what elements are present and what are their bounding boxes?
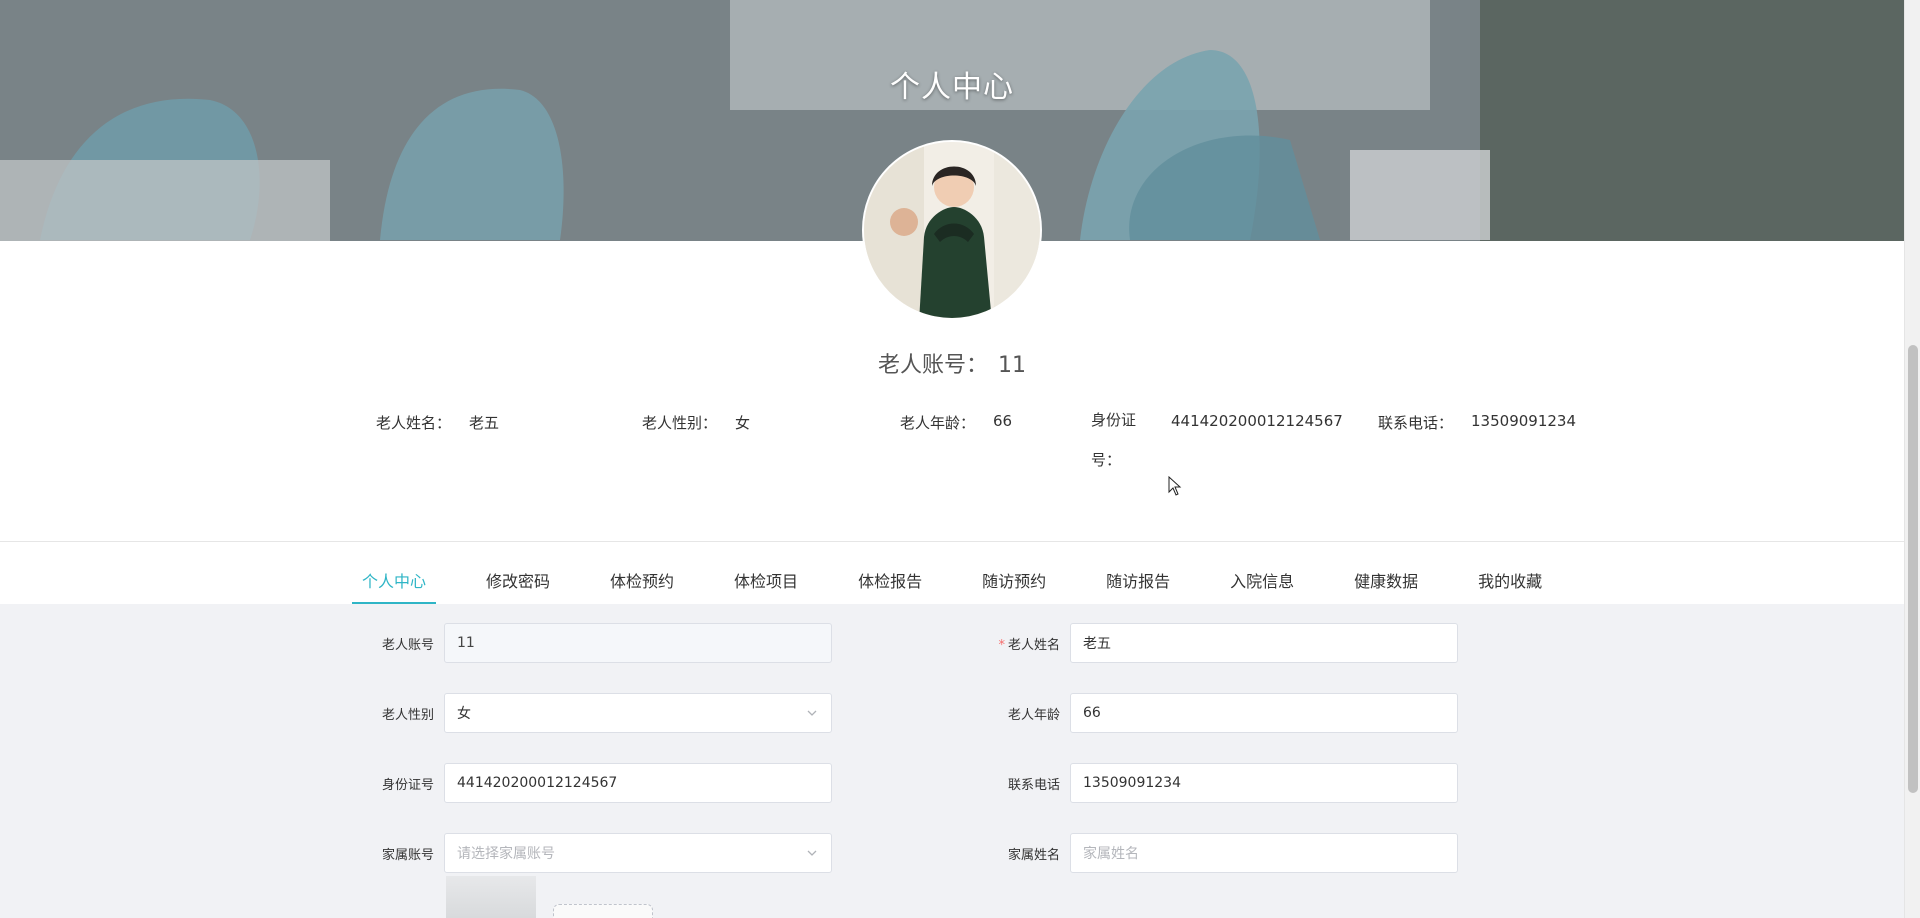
info-value: 66 bbox=[993, 412, 1013, 430]
account-input[interactable]: 11 bbox=[444, 623, 832, 663]
account-label: 老人账号： bbox=[877, 353, 988, 378]
profile-info-row: 老人姓名： 老五 老人性别： 女 老人年龄： 66 身份证号： 44142020… bbox=[0, 411, 1904, 482]
tab-exam-booking[interactable]: 体检预约 bbox=[600, 560, 684, 604]
avatar bbox=[862, 140, 1042, 320]
family-name-input[interactable]: 家属姓名 bbox=[1070, 833, 1458, 873]
info-label: 身份证号： bbox=[1091, 411, 1137, 469]
field-label: 老人年龄 bbox=[1007, 707, 1060, 723]
chevron-down-icon bbox=[807, 710, 817, 716]
field-id-card: 身份证号 441420200012124567 bbox=[366, 763, 832, 803]
info-label: 老人性别： bbox=[642, 414, 718, 432]
field-label: * 老人姓名 bbox=[998, 637, 1060, 653]
age-input[interactable]: 66 bbox=[1070, 693, 1458, 733]
info-label: 联系电话： bbox=[1378, 414, 1454, 432]
phone-input[interactable]: 13509091234 bbox=[1070, 763, 1458, 803]
avatar-image bbox=[864, 142, 1040, 318]
tab-health-data[interactable]: 健康数据 bbox=[1344, 560, 1428, 604]
field-label: 联系电话 bbox=[1007, 777, 1060, 793]
field-label: 家属姓名 bbox=[1007, 847, 1060, 863]
page-title: 个人中心 bbox=[890, 70, 1014, 105]
photo-thumbnail bbox=[446, 876, 536, 918]
info-value: 女 bbox=[735, 414, 751, 432]
field-family-account: 家属账号 请选择家属账号 bbox=[366, 833, 832, 873]
name-input[interactable]: 老五 bbox=[1070, 623, 1458, 663]
field-label: 身份证号 bbox=[381, 777, 434, 793]
family-account-select[interactable]: 请选择家属账号 bbox=[444, 833, 832, 873]
info-name: 老人姓名： 老五 bbox=[376, 412, 499, 433]
id-card-input[interactable]: 441420200012124567 bbox=[444, 763, 832, 803]
field-phone: 联系电话 13509091234 bbox=[992, 763, 1458, 803]
info-phone: 联系电话： 13509091234 bbox=[1378, 412, 1576, 433]
photo-upload-box[interactable] bbox=[553, 904, 653, 918]
page-scrollbar[interactable] bbox=[1904, 0, 1920, 918]
chevron-down-icon bbox=[807, 850, 817, 856]
required-mark: * bbox=[998, 637, 1005, 653]
tab-my-favorites[interactable]: 我的收藏 bbox=[1468, 560, 1552, 604]
field-label: 老人账号 bbox=[381, 637, 434, 653]
tab-personal-center[interactable]: 个人中心 bbox=[352, 560, 437, 604]
field-age: 老人年龄 66 bbox=[992, 693, 1458, 733]
field-family-name: 家属姓名 家属姓名 bbox=[992, 833, 1458, 873]
scrollbar-thumb[interactable] bbox=[1908, 345, 1918, 793]
field-gender: 老人性别 女 bbox=[366, 693, 832, 733]
tab-admission-info[interactable]: 入院信息 bbox=[1220, 560, 1304, 604]
gender-select[interactable]: 女 bbox=[444, 693, 832, 733]
tab-followup-booking[interactable]: 随访预约 bbox=[972, 560, 1056, 604]
field-label: 家属账号 bbox=[381, 847, 434, 863]
info-id-card: 身份证号： 441420200012124567 bbox=[1091, 411, 1343, 480]
info-gender: 老人性别： 女 bbox=[642, 412, 750, 433]
info-value: 老五 bbox=[469, 414, 500, 432]
field-account: 老人账号 11 bbox=[366, 623, 832, 663]
field-name: * 老人姓名 老五 bbox=[992, 623, 1458, 663]
profile-form bbox=[0, 604, 1904, 918]
info-label: 老人姓名： bbox=[376, 414, 452, 432]
account-value: 11 bbox=[998, 353, 1026, 378]
info-value: 13509091234 bbox=[1471, 412, 1576, 430]
info-value: 441420200012124567 bbox=[1171, 412, 1343, 430]
tab-exam-items[interactable]: 体检项目 bbox=[724, 560, 808, 604]
tab-exam-report[interactable]: 体检报告 bbox=[848, 560, 932, 604]
profile-tabs: 个人中心 修改密码 体检预约 体检项目 体检报告 随访预约 随访报告 入院信息 … bbox=[352, 560, 1592, 604]
mouse-cursor-icon bbox=[1168, 476, 1182, 496]
tab-change-password[interactable]: 修改密码 bbox=[476, 560, 560, 604]
tab-followup-report[interactable]: 随访报告 bbox=[1096, 560, 1180, 604]
info-label: 老人年龄： bbox=[900, 414, 976, 432]
divider bbox=[0, 541, 1904, 542]
field-label: 老人性别 bbox=[381, 707, 434, 723]
account-heading: 老人账号： 11 bbox=[0, 347, 1904, 379]
info-age: 老人年龄： 66 bbox=[900, 412, 1012, 433]
